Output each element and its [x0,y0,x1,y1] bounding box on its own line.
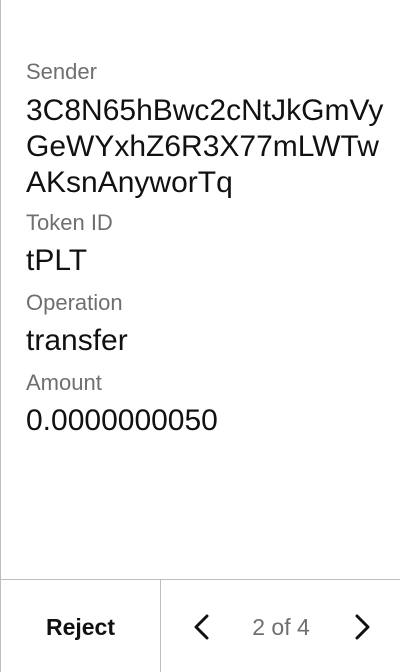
pagination: 2 of 4 [161,580,400,672]
token-id-label: Token ID [26,210,113,235]
amount-value: 0.0000000050 [26,404,218,437]
operation-value: transfer [26,324,128,357]
sender-label: Sender [26,59,97,84]
sender-value: 3C8N65hBwc2cNtJkGmVyGeWYxhZ6R3X77mLWTwAK… [26,94,384,199]
transaction-review-screen: Sender 3C8N65hBwc2cNtJkGmVyGeWYxhZ6R3X77… [0,0,400,672]
token-id-value: tPLT [26,244,88,277]
reject-button[interactable]: Reject [1,580,161,672]
transaction-details: Sender 3C8N65hBwc2cNtJkGmVyGeWYxhZ6R3X77… [26,58,386,439]
chevron-right-icon[interactable] [349,612,375,642]
action-footer: Reject 2 of 4 [1,579,400,672]
amount-label: Amount [26,370,102,395]
operation-label: Operation [26,290,123,315]
